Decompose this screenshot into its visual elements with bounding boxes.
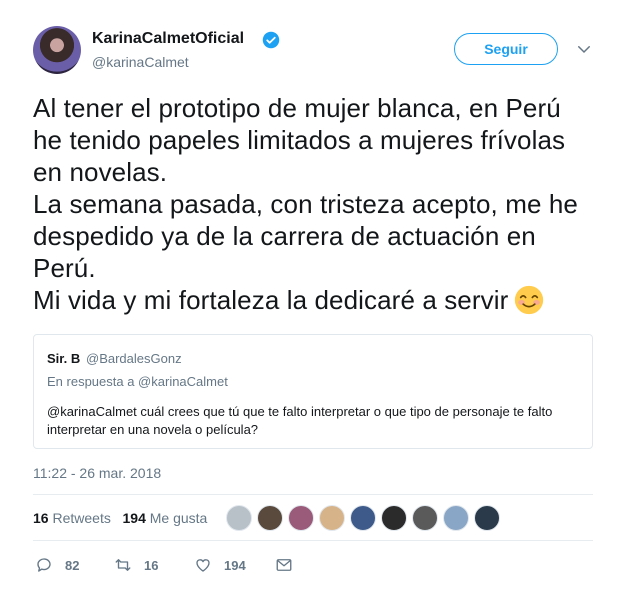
- likes-label: Me gusta: [149, 510, 208, 526]
- liker-avatar[interactable]: [443, 505, 469, 531]
- quote-author-handle: @BardalesGonz: [86, 351, 182, 366]
- tweet-timestamp[interactable]: 11:22 - 26 mar. 2018: [33, 465, 161, 481]
- chevron-down-icon[interactable]: [575, 40, 593, 58]
- verified-badge-icon: [262, 31, 280, 49]
- divider: [33, 540, 593, 541]
- reply-button[interactable]: 82: [35, 556, 79, 574]
- liker-avatar[interactable]: [474, 505, 500, 531]
- display-name[interactable]: KarinaCalmetOficial: [92, 30, 244, 48]
- liker-avatar[interactable]: [319, 505, 345, 531]
- profile-avatar[interactable]: [33, 26, 81, 74]
- like-button[interactable]: 194: [194, 556, 246, 574]
- heart-icon: [196, 559, 210, 572]
- liker-avatar[interactable]: [288, 505, 314, 531]
- tweet-line: Mi vida y mi fortaleza la dedicaré a ser…: [33, 285, 509, 315]
- tweet-text: Al tener el prototipo de mujer blanca, e…: [33, 92, 613, 316]
- retweet-icon: [115, 559, 131, 571]
- retweet-count: 16: [144, 557, 159, 573]
- tweet-line: Perú.: [33, 253, 96, 283]
- message-button[interactable]: [275, 556, 305, 574]
- tweet-line: despedido ya de la carrera de actuación …: [33, 221, 536, 251]
- envelope-icon: [276, 559, 292, 571]
- tweet-line: La semana pasada, con tristeza acepto, m…: [33, 189, 578, 219]
- reply-icon: [37, 558, 51, 572]
- divider: [33, 494, 593, 495]
- engagement-stats: 16 Retweets 194 Me gusta: [33, 510, 207, 526]
- reply-context: En respuesta a @karinaCalmet: [47, 374, 228, 389]
- like-count: 194: [224, 557, 246, 573]
- liker-avatar[interactable]: [226, 505, 252, 531]
- retweets-stat[interactable]: 16 Retweets: [33, 510, 111, 526]
- likes-stat[interactable]: 194 Me gusta: [123, 510, 208, 526]
- retweets-label: Retweets: [52, 510, 111, 526]
- liker-avatars: [226, 505, 505, 531]
- liker-avatar[interactable]: [412, 505, 438, 531]
- tweet-line: Al tener el prototipo de mujer blanca, e…: [33, 93, 561, 123]
- liker-avatar[interactable]: [257, 505, 283, 531]
- reply-count: 82: [65, 557, 80, 573]
- retweet-button[interactable]: 16: [114, 556, 158, 574]
- quoted-reply-card[interactable]: Sir. B @BardalesGonz En respuesta a @kar…: [33, 334, 593, 449]
- tweet-line: en novelas.: [33, 157, 168, 187]
- retweets-count: 16: [33, 510, 49, 526]
- liker-avatar[interactable]: [350, 505, 376, 531]
- liker-avatar[interactable]: [381, 505, 407, 531]
- quote-author-name: Sir. B: [47, 351, 81, 366]
- smiling-face-icon: [515, 285, 544, 315]
- follow-button[interactable]: Seguir: [454, 33, 558, 65]
- quote-text: @karinaCalmet cuál crees que tú que te f…: [47, 404, 553, 437]
- user-handle[interactable]: @karinaCalmet: [92, 54, 189, 70]
- tweet-line: he tenido papeles limitados a mujeres fr…: [33, 125, 566, 155]
- likes-count: 194: [122, 510, 146, 526]
